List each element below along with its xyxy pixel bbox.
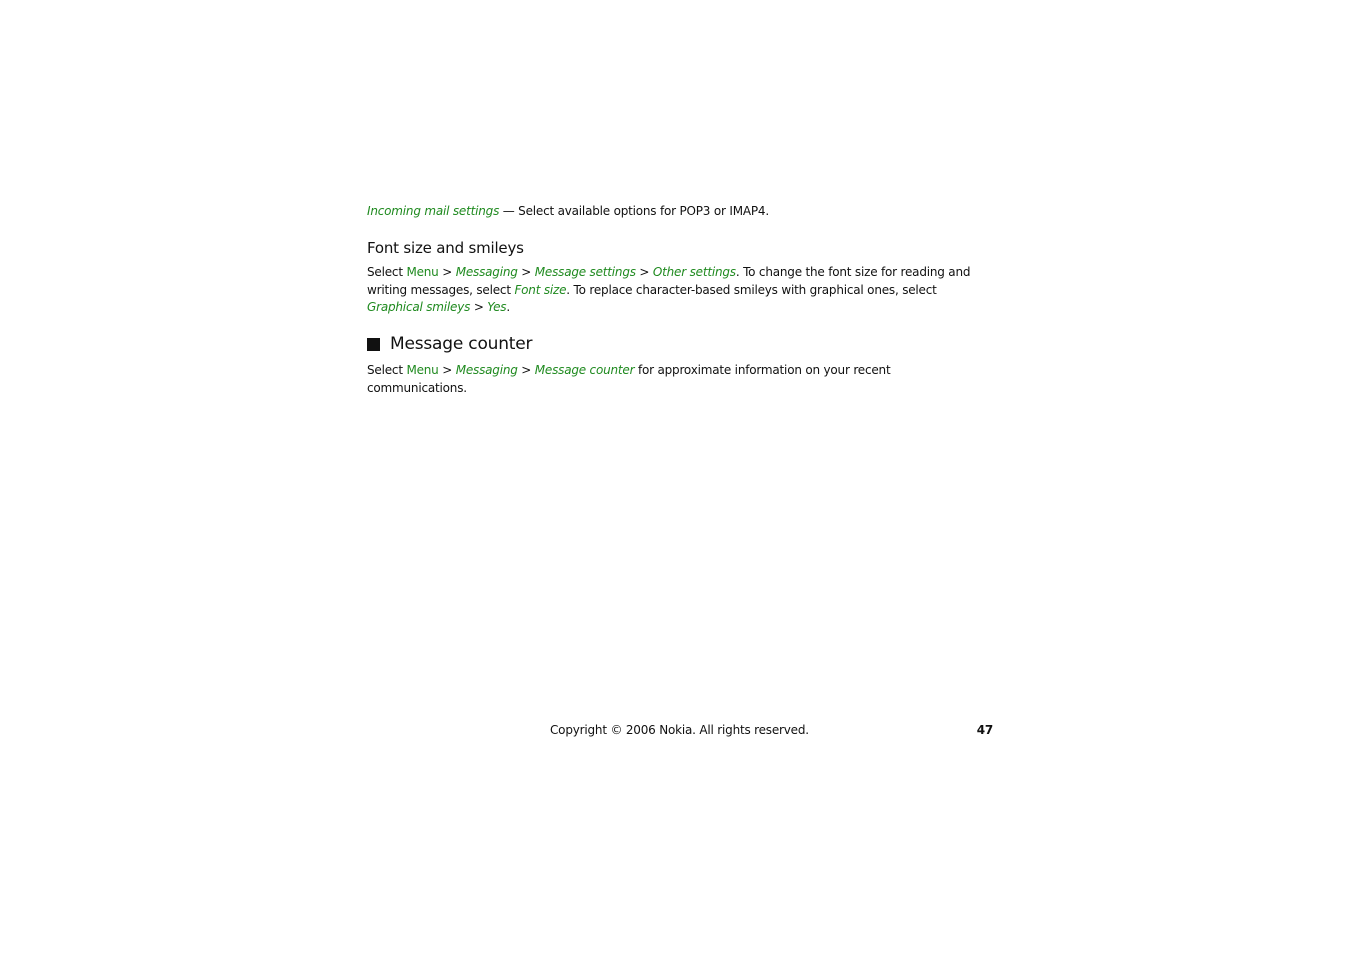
message-counter-heading-text: Message counter xyxy=(390,334,533,354)
select-text: Select xyxy=(367,363,407,377)
select-text: Select xyxy=(367,265,407,279)
message-counter-heading: Message counter xyxy=(367,334,533,354)
menu-key: Menu xyxy=(406,265,439,279)
page-number: 47 xyxy=(976,723,994,737)
yes-option: Yes xyxy=(487,300,507,314)
incoming-mail-settings-paragraph: Incoming mail settings — Select availabl… xyxy=(367,203,769,221)
menu-key: Menu xyxy=(406,363,439,377)
incoming-mail-settings-description: — Select available options for POP3 or I… xyxy=(499,204,769,218)
path-separator: > xyxy=(517,265,535,279)
graphical-smileys-option: Graphical smileys xyxy=(367,300,471,314)
square-bullet-icon xyxy=(367,337,380,351)
font-size-smileys-heading: Font size and smileys xyxy=(367,239,524,257)
message-counter-paragraph: Select Menu > Messaging > Message counte… xyxy=(367,362,993,397)
path-message-counter: Message counter xyxy=(534,363,635,377)
incoming-mail-settings-term: Incoming mail settings xyxy=(367,204,500,218)
font-text-end: . xyxy=(506,300,510,314)
path-separator: > xyxy=(517,363,535,377)
path-separator: > xyxy=(470,300,488,314)
font-size-smileys-paragraph: Select Menu > Messaging > Message settin… xyxy=(367,264,987,317)
path-messaging: Messaging xyxy=(455,363,518,377)
path-separator: > xyxy=(635,265,653,279)
path-other-settings: Other settings xyxy=(652,265,736,279)
path-separator: > xyxy=(438,363,456,377)
path-messaging: Messaging xyxy=(455,265,518,279)
path-separator: > xyxy=(438,265,456,279)
font-text-2: . To replace character-based smileys wit… xyxy=(566,282,937,297)
copyright-notice: Copyright © 2006 Nokia. All rights reser… xyxy=(550,723,809,737)
document-page: Incoming mail settings — Select availabl… xyxy=(367,0,993,954)
font-size-option: Font size xyxy=(514,282,567,297)
path-message-settings: Message settings xyxy=(534,265,636,279)
